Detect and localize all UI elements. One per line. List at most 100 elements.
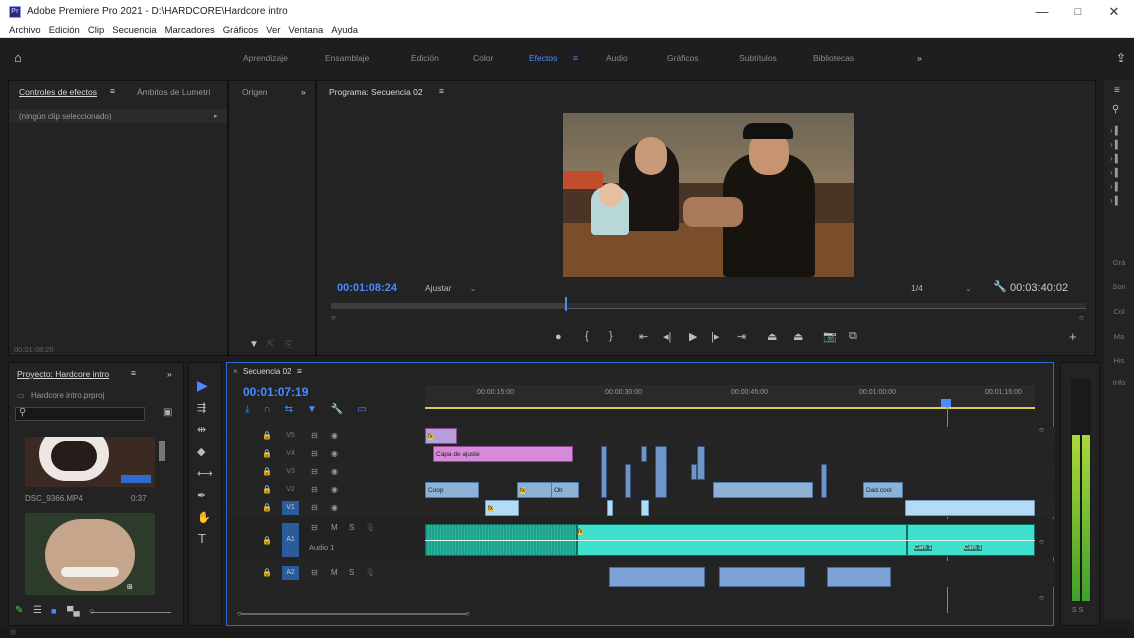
video-clip[interactable]: fx bbox=[425, 428, 457, 444]
panel-graficos[interactable]: Grá bbox=[1108, 258, 1130, 267]
sync-lock-icon[interactable]: ⊟ bbox=[311, 449, 318, 458]
lock-icon[interactable]: 🔒 bbox=[262, 431, 272, 440]
lock-icon[interactable]: 🔒 bbox=[262, 467, 272, 476]
play-icon[interactable]: ▶ bbox=[689, 330, 697, 343]
menu-ventana[interactable]: Ventana bbox=[284, 24, 327, 38]
video-clip[interactable] bbox=[607, 500, 613, 516]
workspace-more[interactable]: » bbox=[917, 53, 922, 63]
vertical-scroll-handle[interactable]: ○ bbox=[1039, 537, 1044, 546]
step-back-icon[interactable]: ◂| bbox=[663, 330, 671, 343]
icon-view-icon[interactable]: ■ bbox=[51, 606, 56, 616]
workspace-ensamblaje[interactable]: Ensamblaje bbox=[325, 53, 369, 63]
mute-toggle[interactable]: M bbox=[331, 523, 338, 532]
home-icon[interactable]: ⌂ bbox=[14, 51, 28, 64]
fit-dropdown[interactable]: Ajustar ⌄ bbox=[425, 281, 495, 295]
lock-icon[interactable]: 🔒 bbox=[262, 485, 272, 494]
microphone-icon[interactable]: 🎙 bbox=[365, 523, 375, 532]
microphone-icon[interactable]: 🎙 bbox=[365, 568, 375, 577]
type-tool-icon[interactable]: T bbox=[198, 531, 206, 546]
selection-tool-icon[interactable]: ▶ bbox=[197, 377, 208, 394]
resolution-dropdown[interactable]: 1/4 ⌄ bbox=[911, 281, 977, 295]
vertical-scroll-handle[interactable]: ○ bbox=[1039, 593, 1044, 602]
program-scrubber[interactable] bbox=[331, 297, 1086, 311]
zoom-slider-handle[interactable]: ○ bbox=[89, 606, 94, 616]
video-clip[interactable] bbox=[641, 500, 649, 516]
add-button-icon[interactable]: + bbox=[1069, 329, 1077, 344]
workspace-color[interactable]: Color bbox=[473, 53, 493, 63]
menu-edicion[interactable]: Edición bbox=[45, 24, 84, 38]
sync-lock-icon[interactable]: ⊟ bbox=[311, 568, 318, 577]
video-clip[interactable]: Dad.cool bbox=[863, 482, 903, 498]
step-forward-icon[interactable]: |▸ bbox=[711, 330, 719, 343]
video-clip[interactable] bbox=[905, 500, 1035, 516]
solo-toggle[interactable]: S bbox=[349, 568, 354, 577]
timeline-timecode[interactable]: 00:01:07:19 bbox=[243, 385, 308, 399]
menu-graficos[interactable]: Gráficos bbox=[219, 24, 262, 38]
eye-icon[interactable]: ◉ bbox=[331, 467, 338, 476]
track-label[interactable]: V2 bbox=[282, 483, 299, 497]
audio-clip[interactable] bbox=[609, 567, 705, 587]
panel-menu-icon[interactable]: ≡ bbox=[110, 86, 115, 96]
audio-clip[interactable] bbox=[827, 567, 891, 587]
wrench-icon[interactable]: 🔧 bbox=[993, 280, 1007, 293]
solo-toggle[interactable]: S bbox=[349, 523, 354, 532]
search-icon[interactable]: ⚲ bbox=[1112, 104, 1119, 115]
pencil-icon[interactable]: ✎ bbox=[15, 605, 23, 616]
workspace-graficos[interactable]: Gráficos bbox=[667, 53, 699, 63]
add-marker-icon[interactable]: ● bbox=[555, 331, 562, 343]
time-ruler[interactable]: 00:00:15:00 00:00:30:00 00:00:45:00 00:0… bbox=[425, 385, 1035, 409]
panel-historial[interactable]: His bbox=[1108, 356, 1130, 365]
tab-program[interactable]: Programa: Secuencia 02 bbox=[329, 87, 423, 97]
program-timecode[interactable]: 00:01:08:24 bbox=[337, 282, 397, 294]
zoom-handle-right[interactable]: ○ bbox=[1079, 313, 1084, 322]
track-label[interactable]: A1 bbox=[282, 523, 299, 557]
panel-sonido[interactable]: Son bbox=[1108, 282, 1130, 291]
timeline-tools-icons[interactable]: ⤓∩⇆▼🔧▭ bbox=[245, 404, 381, 415]
right-panel-menu-icon[interactable]: ≡ bbox=[1114, 85, 1120, 96]
sync-lock-icon[interactable]: ⊟ bbox=[311, 485, 318, 494]
workspace-bibliotecas[interactable]: Bibliotecas bbox=[813, 53, 854, 63]
export-frame-icon[interactable]: 📷 bbox=[823, 330, 837, 343]
list-view-icon[interactable]: ☰ bbox=[33, 605, 42, 616]
project-more-icon[interactable]: » bbox=[167, 369, 172, 379]
panel-info[interactable]: Info bbox=[1108, 378, 1130, 387]
workspace-edicion[interactable]: Edición bbox=[411, 53, 439, 63]
zoom-handle-left[interactable]: ○ bbox=[331, 313, 336, 322]
freeform-view-icon[interactable]: ▀▄ bbox=[67, 606, 80, 616]
sequence-menu-icon[interactable]: ≡ bbox=[297, 366, 302, 376]
video-clip[interactable] bbox=[655, 446, 667, 498]
workspace-efectos[interactable]: Efectos bbox=[529, 53, 557, 63]
tab-effect-controls[interactable]: Controles de efectos bbox=[19, 87, 97, 97]
tab-source[interactable]: Origen bbox=[242, 87, 268, 97]
vertical-scroll-handle[interactable]: ○ bbox=[1039, 425, 1044, 434]
lift-icon[interactable]: ⏏ bbox=[767, 330, 777, 343]
compare-view-icon[interactable]: ⧉ bbox=[849, 330, 857, 343]
workspace-aprendizaje[interactable]: Aprendizaje bbox=[243, 53, 288, 63]
new-bin-icon[interactable]: ▣ bbox=[163, 407, 172, 418]
program-menu-icon[interactable]: ≡ bbox=[439, 86, 444, 96]
filter-icon[interactable]: ▼ bbox=[249, 339, 259, 350]
mark-in-icon[interactable]: { bbox=[585, 330, 589, 342]
tab-lumetri-scopes[interactable]: Ámbitos de Lumetri bbox=[137, 87, 210, 97]
menu-ayuda[interactable]: Ayuda bbox=[327, 24, 362, 38]
panel-color[interactable]: Col bbox=[1108, 307, 1130, 316]
video-clip[interactable] bbox=[713, 482, 813, 498]
pen-tool-icon[interactable]: ✒ bbox=[197, 489, 206, 502]
menu-secuencia[interactable]: Secuencia bbox=[108, 24, 160, 38]
project-search-input[interactable] bbox=[15, 407, 145, 421]
video-clip[interactable] bbox=[641, 446, 647, 462]
video-clip[interactable] bbox=[601, 446, 607, 498]
eye-icon[interactable]: ◉ bbox=[331, 503, 338, 512]
menu-archivo[interactable]: Archivo bbox=[0, 24, 45, 38]
sync-lock-icon[interactable]: ⊟ bbox=[311, 431, 318, 440]
timeline-scrollbar[interactable] bbox=[241, 613, 467, 615]
expand-arrow-icon[interactable]: ▸ bbox=[214, 112, 218, 120]
go-to-out-icon[interactable]: ⇥ bbox=[737, 330, 746, 343]
workspace-menu-icon[interactable]: ≡ bbox=[573, 53, 578, 63]
close-button[interactable]: ✕ bbox=[1094, 0, 1134, 24]
video-clip[interactable]: fx bbox=[485, 500, 519, 516]
lock-icon[interactable]: 🔒 bbox=[262, 503, 272, 512]
minimize-button[interactable]: — bbox=[1022, 0, 1062, 24]
slip-tool-icon[interactable]: ⟷ bbox=[197, 467, 213, 480]
video-clip[interactable] bbox=[625, 464, 631, 498]
